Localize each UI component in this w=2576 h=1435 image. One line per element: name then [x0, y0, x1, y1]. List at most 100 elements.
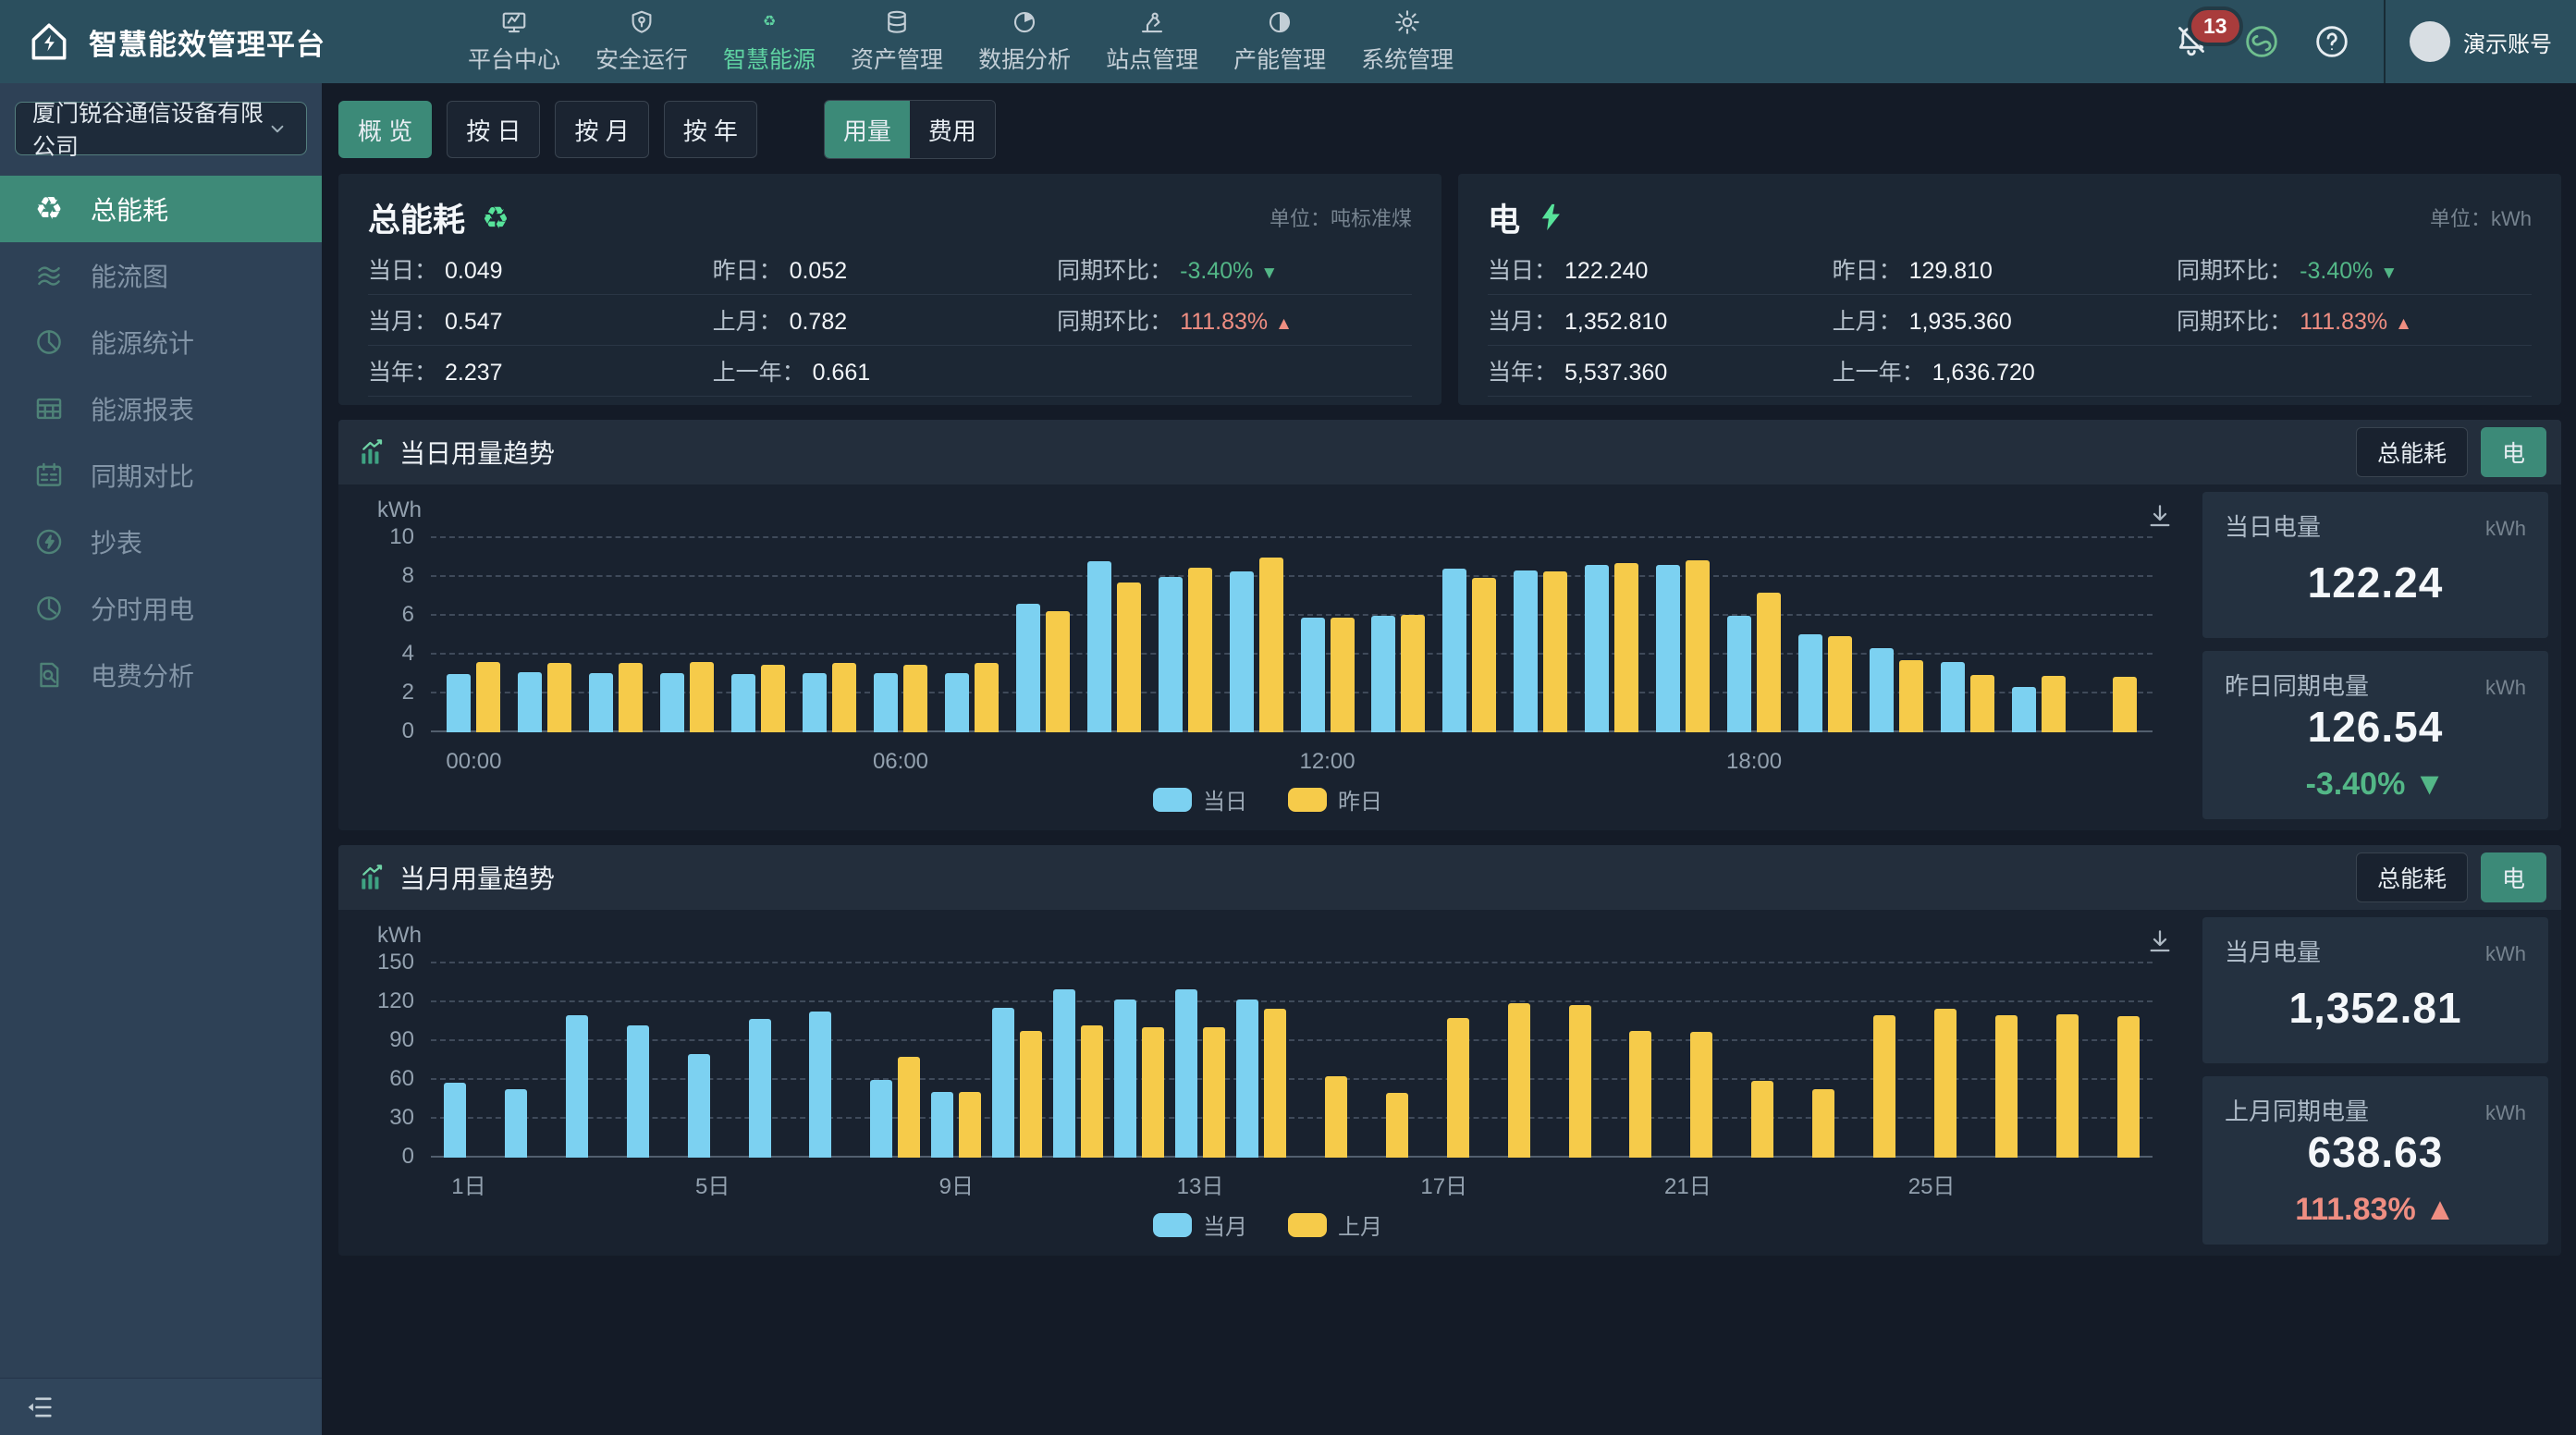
download-icon[interactable] [2145, 926, 2175, 956]
bar-上月-24日[interactable] [1873, 1015, 1895, 1158]
bar-昨日-10:00[interactable] [1188, 568, 1212, 733]
bar-当日-16:00[interactable] [1585, 565, 1609, 732]
avatar[interactable] [2410, 21, 2450, 62]
bar-上月-8日[interactable] [898, 1057, 920, 1158]
menu-fold-icon[interactable] [24, 1392, 55, 1423]
bar-当月-7日[interactable] [809, 1012, 831, 1158]
nav-item-8[interactable]: 系统管理 [1355, 0, 1459, 83]
bar-上月-25日[interactable] [1934, 1009, 1957, 1158]
bar-当日-17:00[interactable] [1656, 565, 1680, 732]
view-tab-3[interactable]: 按 月 [555, 101, 648, 158]
sidebar-item-6[interactable]: 抄表 [0, 509, 322, 575]
bar-当日-07:00[interactable] [945, 673, 969, 732]
bar-当日-12:00[interactable] [1301, 618, 1325, 732]
bar-当月-9日[interactable] [931, 1092, 953, 1158]
bar-上月-10日[interactable] [1020, 1031, 1042, 1158]
sidebar-item-8[interactable]: 电费分析 [0, 642, 322, 708]
download-icon[interactable] [2145, 501, 2175, 531]
bar-上月-20日[interactable] [1629, 1031, 1651, 1158]
bar-当日-03:00[interactable] [660, 673, 684, 732]
bar-当日-20:00[interactable] [1870, 648, 1894, 732]
bar-昨日-12:00[interactable] [1331, 618, 1355, 732]
bar-昨日-22:00[interactable] [2042, 676, 2066, 732]
link-icon[interactable] [2243, 23, 2280, 60]
bar-上月-27日[interactable] [2056, 1014, 2079, 1158]
bar-上月-11日[interactable] [1081, 1025, 1103, 1158]
bar-当月-6日[interactable] [749, 1019, 771, 1158]
bar-当月-12日[interactable] [1114, 1000, 1136, 1158]
notifications-button[interactable]: 13 [2173, 21, 2210, 63]
section-button-2[interactable]: 电 [2481, 852, 2546, 902]
sidebar-item-3[interactable]: 能源统计 [0, 309, 322, 375]
bar-上月-19日[interactable] [1569, 1005, 1591, 1158]
bar-当月-10日[interactable] [992, 1008, 1014, 1158]
view-tab-4[interactable]: 按 年 [664, 101, 757, 158]
bar-当日-15:00[interactable] [1514, 570, 1538, 732]
sidebar-item-5[interactable]: 同期对比 [0, 442, 322, 509]
legend-item-当日[interactable]: 当日 [1153, 783, 1247, 816]
bar-昨日-09:00[interactable] [1117, 583, 1141, 732]
bar-昨日-16:00[interactable] [1614, 563, 1638, 732]
bar-上月-17日[interactable] [1447, 1018, 1469, 1158]
nav-item-2[interactable]: 安全运行 [590, 0, 693, 83]
legend-item-上月[interactable]: 上月 [1288, 1208, 1382, 1241]
bar-当日-10:00[interactable] [1159, 577, 1183, 732]
legend-item-昨日[interactable]: 昨日 [1288, 783, 1382, 816]
bar-昨日-05:00[interactable] [832, 663, 856, 732]
bar-当月-4日[interactable] [627, 1025, 649, 1158]
bar-上月-9日[interactable] [959, 1092, 981, 1158]
bar-当月-3日[interactable] [566, 1015, 588, 1158]
bar-昨日-21:00[interactable] [1970, 675, 1994, 732]
bar-上月-21日[interactable] [1690, 1032, 1712, 1158]
bar-当日-13:00[interactable] [1371, 616, 1395, 732]
section-button-2[interactable]: 电 [2481, 427, 2546, 477]
bar-当月-11日[interactable] [1053, 989, 1075, 1158]
bar-当日-18:00[interactable] [1727, 616, 1751, 732]
sidebar-item-2[interactable]: 能流图 [0, 242, 322, 309]
bar-当日-22:00[interactable] [2012, 687, 2036, 732]
bar-当月-13日[interactable] [1175, 989, 1197, 1158]
bar-昨日-04:00[interactable] [761, 665, 785, 733]
bar-上月-22日[interactable] [1751, 1081, 1773, 1158]
bar-当月-5日[interactable] [688, 1054, 710, 1158]
nav-item-1[interactable]: 平台中心 [462, 0, 566, 83]
bar-上月-14日[interactable] [1264, 1009, 1286, 1158]
bar-当日-01:00[interactable] [518, 672, 542, 732]
bar-昨日-02:00[interactable] [619, 663, 643, 732]
bar-当日-06:00[interactable] [874, 673, 898, 732]
bar-昨日-08:00[interactable] [1046, 611, 1070, 732]
section-button-1[interactable]: 总能耗 [2356, 852, 2468, 902]
bar-当月-2日[interactable] [505, 1089, 527, 1158]
bar-昨日-06:00[interactable] [903, 665, 927, 733]
bar-当日-00:00[interactable] [447, 674, 471, 732]
nav-item-3[interactable]: ♻智慧能源 [718, 0, 821, 83]
bar-当日-02:00[interactable] [589, 673, 613, 732]
bar-上月-15日[interactable] [1325, 1076, 1347, 1158]
bar-上月-26日[interactable] [1995, 1015, 2018, 1158]
bar-当日-08:00[interactable] [1016, 604, 1040, 732]
company-select[interactable]: 厦门锐谷通信设备有限公司 [15, 102, 307, 155]
bar-昨日-23:00[interactable] [2113, 677, 2137, 732]
bar-上月-23日[interactable] [1812, 1089, 1834, 1158]
bar-当月-8日[interactable] [870, 1080, 892, 1158]
view-tab-2[interactable]: 按 日 [447, 101, 540, 158]
nav-item-6[interactable]: 站点管理 [1100, 0, 1204, 83]
bar-昨日-17:00[interactable] [1686, 560, 1710, 732]
nav-item-5[interactable]: 数据分析 [973, 0, 1076, 83]
bar-当日-19:00[interactable] [1798, 634, 1822, 732]
nav-item-7[interactable]: 产能管理 [1228, 0, 1331, 83]
sidebar-item-1[interactable]: ♻总能耗 [0, 176, 322, 242]
bar-上月-16日[interactable] [1386, 1093, 1408, 1158]
bar-昨日-03:00[interactable] [690, 662, 714, 732]
section-button-1[interactable]: 总能耗 [2356, 427, 2468, 477]
bar-当月-1日[interactable] [444, 1083, 466, 1158]
account-name[interactable]: 演示账号 [2463, 26, 2576, 58]
bar-当日-04:00[interactable] [731, 674, 755, 732]
bar-当日-09:00[interactable] [1087, 561, 1111, 732]
sidebar-item-4[interactable]: 能源报表 [0, 375, 322, 442]
bar-昨日-14:00[interactable] [1472, 578, 1496, 732]
bar-当日-21:00[interactable] [1941, 662, 1965, 732]
view-tab-1[interactable]: 概 览 [338, 101, 432, 158]
bar-当日-11:00[interactable] [1230, 571, 1254, 732]
bar-昨日-07:00[interactable] [975, 663, 999, 732]
